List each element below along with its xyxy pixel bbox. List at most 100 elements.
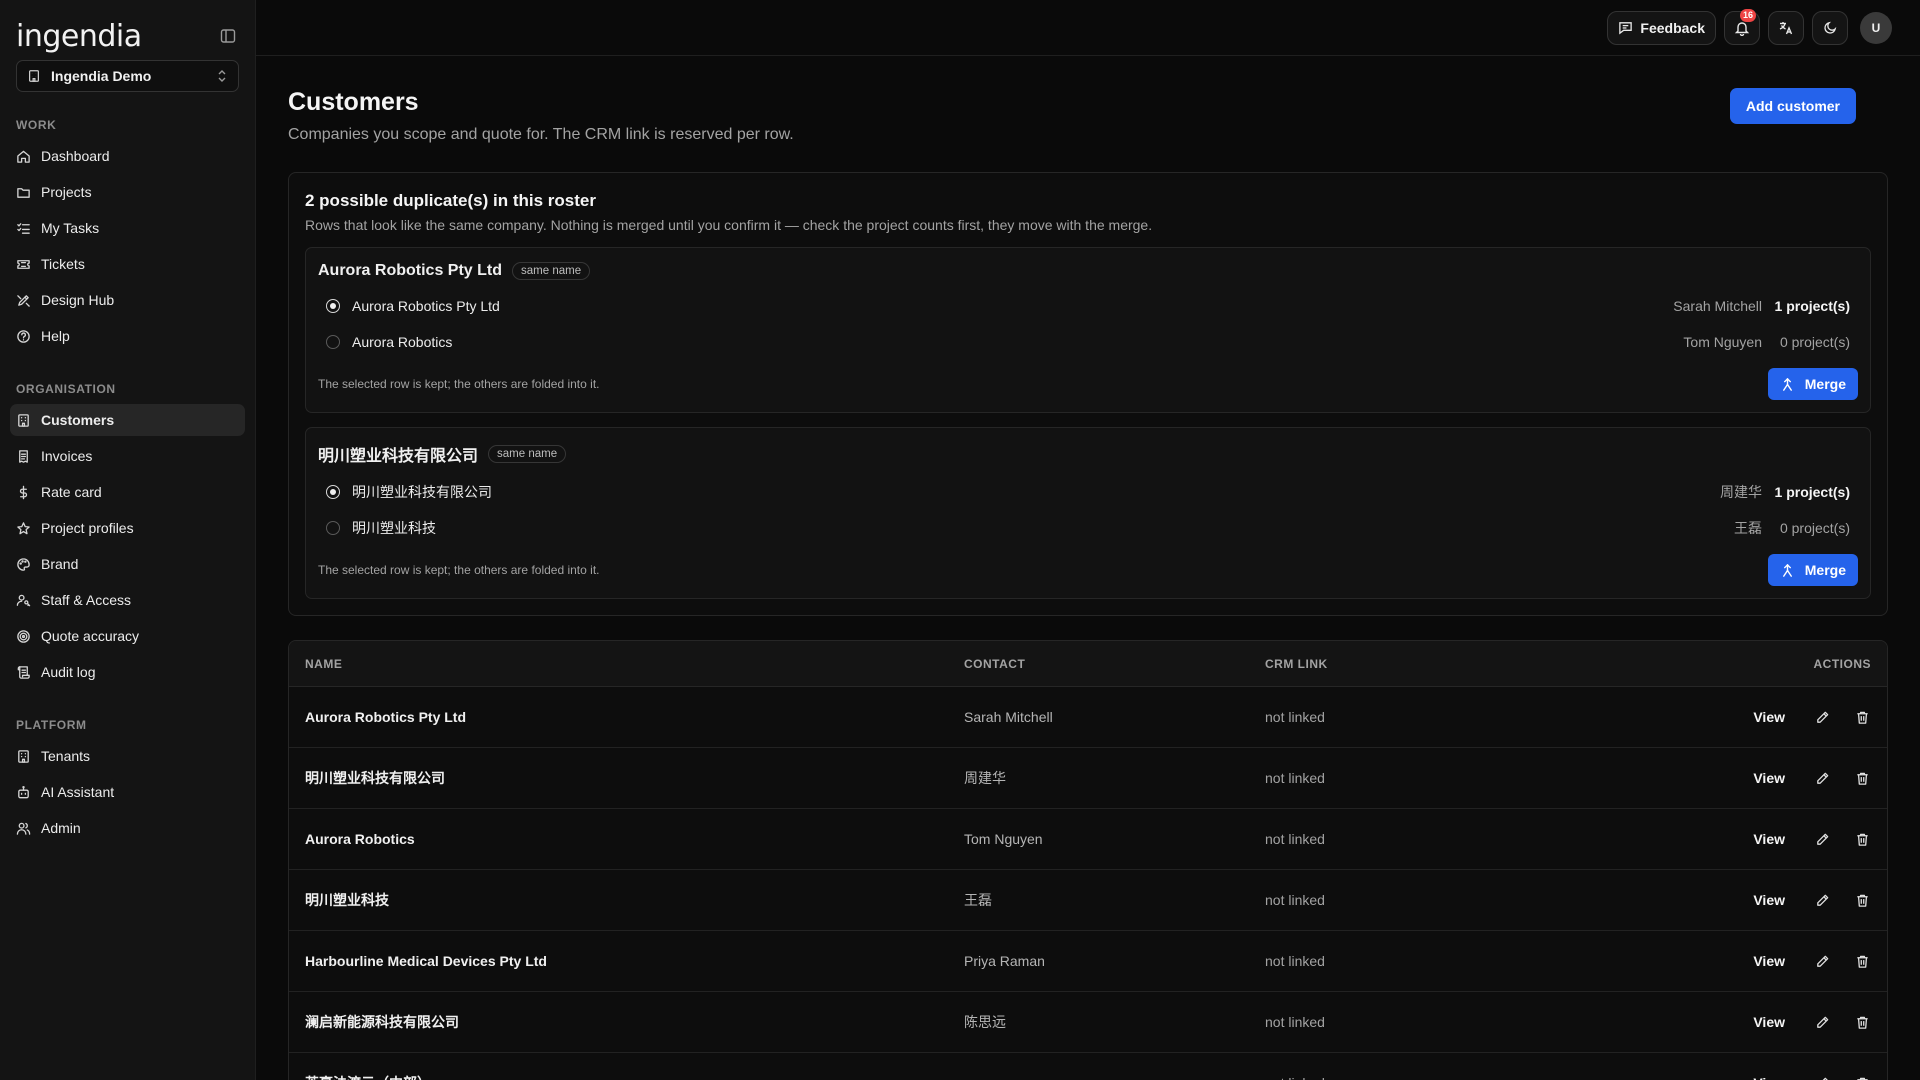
- candidate-contact: 周建华: [1720, 484, 1762, 500]
- bell-icon: [1734, 21, 1750, 36]
- customer-contact: Tom Nguyen: [964, 831, 1043, 847]
- keep-radio[interactable]: [326, 335, 340, 349]
- language-button[interactable]: [1768, 10, 1804, 45]
- building-icon: [29, 70, 39, 82]
- sidebar-item-customers[interactable]: Customers: [10, 404, 245, 436]
- merge-button[interactable]: Merge: [1767, 368, 1858, 400]
- main-content: Customers Companies you scope and quote …: [288, 56, 1888, 1080]
- merge-candidate[interactable]: 明川塑业科技 王磊 0 project(s): [318, 510, 1858, 546]
- customer-name: Aurora Robotics Pty Ltd: [305, 709, 467, 725]
- edit-button[interactable]: [1813, 1013, 1831, 1031]
- group-name: Aurora Robotics Pty Ltd: [318, 262, 503, 279]
- column-actions: ACTIONS: [1813, 656, 1871, 671]
- sidebar-item-label: Design Hub: [41, 292, 115, 308]
- notifications-button[interactable]: 16: [1724, 8, 1760, 45]
- sidebar-item-my-tasks[interactable]: My Tasks: [10, 212, 245, 244]
- sidebar-item-projects[interactable]: Projects: [10, 176, 245, 208]
- edit-button[interactable]: [1813, 708, 1831, 726]
- delete-button[interactable]: [1853, 708, 1871, 726]
- edit-button[interactable]: [1813, 952, 1831, 970]
- building-icon: [18, 749, 29, 763]
- table-row[interactable]: 明川塑业科技 王磊 not linked View: [289, 870, 1887, 931]
- crm-link-status: not linked: [1265, 770, 1325, 786]
- view-button[interactable]: View: [1753, 831, 1785, 847]
- sidebar-item-label: Tickets: [41, 256, 85, 272]
- sidebar-item-label: Customers: [41, 412, 115, 428]
- customer-name: Harbourline Medical Devices Pty Ltd: [305, 953, 547, 969]
- keep-radio[interactable]: [326, 299, 340, 313]
- merge-note: The selected row is kept; the others are…: [318, 377, 600, 391]
- customer-name: 明川塑业科技有限公司: [305, 770, 445, 786]
- message-square-icon: [1619, 22, 1633, 35]
- add-customer-button[interactable]: Add customer: [1729, 88, 1856, 124]
- candidate-project-count: 1 project(s): [1774, 298, 1850, 314]
- sidebar-toggle-icon[interactable]: [217, 25, 239, 47]
- view-button[interactable]: View: [1753, 1075, 1785, 1080]
- sidebar: ingendia Ingendia Demo WORK Dashboard Proj…: [0, 0, 256, 1080]
- sidebar-section-label: ORGANISATION: [16, 382, 116, 396]
- delete-button[interactable]: [1853, 952, 1871, 970]
- table-row[interactable]: 明川塑业科技有限公司 周建华 not linked View: [289, 748, 1887, 809]
- table-row[interactable]: 澜启新能源科技有限公司 陈思远 not linked View: [289, 992, 1887, 1053]
- customers-table: NAME CONTACT CRM LINK ACTIONS Aurora Rob…: [288, 640, 1888, 1080]
- customer-name: 明川塑业科技: [305, 892, 389, 908]
- candidate-project-count: 0 project(s): [1779, 520, 1850, 536]
- sidebar-item-tenants[interactable]: Tenants: [10, 740, 245, 772]
- column-name[interactable]: NAME: [305, 657, 964, 671]
- sidebar-item-audit-log[interactable]: Audit log: [10, 656, 245, 688]
- sidebar-item-admin[interactable]: Admin: [10, 812, 245, 844]
- user-avatar[interactable]: U: [1860, 11, 1892, 44]
- sidebar-item-staff-access[interactable]: Staff & Access: [10, 584, 245, 616]
- delete-button[interactable]: [1853, 769, 1871, 787]
- sidebar-item-help[interactable]: Help: [10, 320, 245, 352]
- sidebar-item-ai-assistant[interactable]: AI Assistant: [10, 776, 245, 808]
- view-button[interactable]: View: [1753, 709, 1785, 725]
- column-contact[interactable]: CONTACT: [964, 657, 1265, 671]
- sidebar-item-rate-card[interactable]: Rate card: [10, 476, 245, 508]
- sidebar-item-project-profiles[interactable]: Project profiles: [10, 512, 245, 544]
- edit-button[interactable]: [1813, 891, 1831, 909]
- edit-button[interactable]: [1813, 1074, 1831, 1080]
- table-row[interactable]: Aurora Robotics Tom Nguyen not linked View: [289, 809, 1887, 870]
- keep-radio[interactable]: [326, 521, 340, 535]
- sidebar-item-invoices[interactable]: Invoices: [10, 440, 245, 472]
- table-row[interactable]: Aurora Robotics Pty Ltd Sarah Mitchell not…: [289, 687, 1887, 748]
- feedback-button[interactable]: Feedback: [1607, 10, 1716, 45]
- chevrons-up-down-icon: [218, 70, 226, 82]
- delete-button[interactable]: [1853, 1074, 1871, 1080]
- merge-button[interactable]: Merge: [1767, 554, 1858, 586]
- delete-button[interactable]: [1853, 1013, 1871, 1031]
- table-row[interactable]: 英豪法渡云（中部） not linked View: [289, 1053, 1887, 1080]
- view-button[interactable]: View: [1753, 953, 1785, 969]
- building-icon: [18, 413, 29, 427]
- table-row[interactable]: Harbourline Medical Devices Pty Ltd Priya…: [289, 931, 1887, 992]
- delete-button[interactable]: [1853, 891, 1871, 909]
- theme-toggle-button[interactable]: [1812, 10, 1848, 45]
- candidate-name: 明川塑业科技: [352, 520, 436, 536]
- view-button[interactable]: View: [1753, 770, 1785, 786]
- sidebar-item-design-hub[interactable]: Design Hub: [10, 284, 245, 316]
- merge-candidate[interactable]: Aurora Robotics Pty Ltd Sarah Mitchell 1 p…: [318, 288, 1858, 324]
- sidebar-item-label: Quote accuracy: [41, 628, 140, 644]
- sidebar-item-dashboard[interactable]: Dashboard: [10, 140, 245, 172]
- sidebar-item-tickets[interactable]: Tickets: [10, 248, 245, 280]
- sidebar-item-label: Invoices: [41, 448, 93, 464]
- tenant-switcher[interactable]: Ingendia Demo: [16, 60, 239, 92]
- delete-button[interactable]: [1853, 830, 1871, 848]
- merge-icon: [1782, 563, 1792, 577]
- app-logo[interactable]: ingendia: [16, 19, 142, 54]
- sidebar-item-brand[interactable]: Brand: [10, 548, 245, 580]
- ticket-icon: [17, 259, 30, 269]
- view-button[interactable]: View: [1753, 1014, 1785, 1030]
- group-header: 明川塑业科技有限公司 same name: [318, 442, 1858, 466]
- keep-radio[interactable]: [326, 485, 340, 499]
- customer-contact: 王磊: [964, 892, 992, 908]
- column-crm-link[interactable]: CRM LINK: [1265, 657, 1565, 671]
- merge-candidate[interactable]: Aurora Robotics Tom Nguyen 0 project(s): [318, 324, 1858, 360]
- sidebar-item-label: Admin: [41, 820, 81, 836]
- edit-button[interactable]: [1813, 830, 1831, 848]
- sidebar-item-quote-accuracy[interactable]: Quote accuracy: [10, 620, 245, 652]
- edit-button[interactable]: [1813, 769, 1831, 787]
- view-button[interactable]: View: [1753, 892, 1785, 908]
- merge-candidate[interactable]: 明川塑业科技有限公司 周建华 1 project(s): [318, 474, 1858, 510]
